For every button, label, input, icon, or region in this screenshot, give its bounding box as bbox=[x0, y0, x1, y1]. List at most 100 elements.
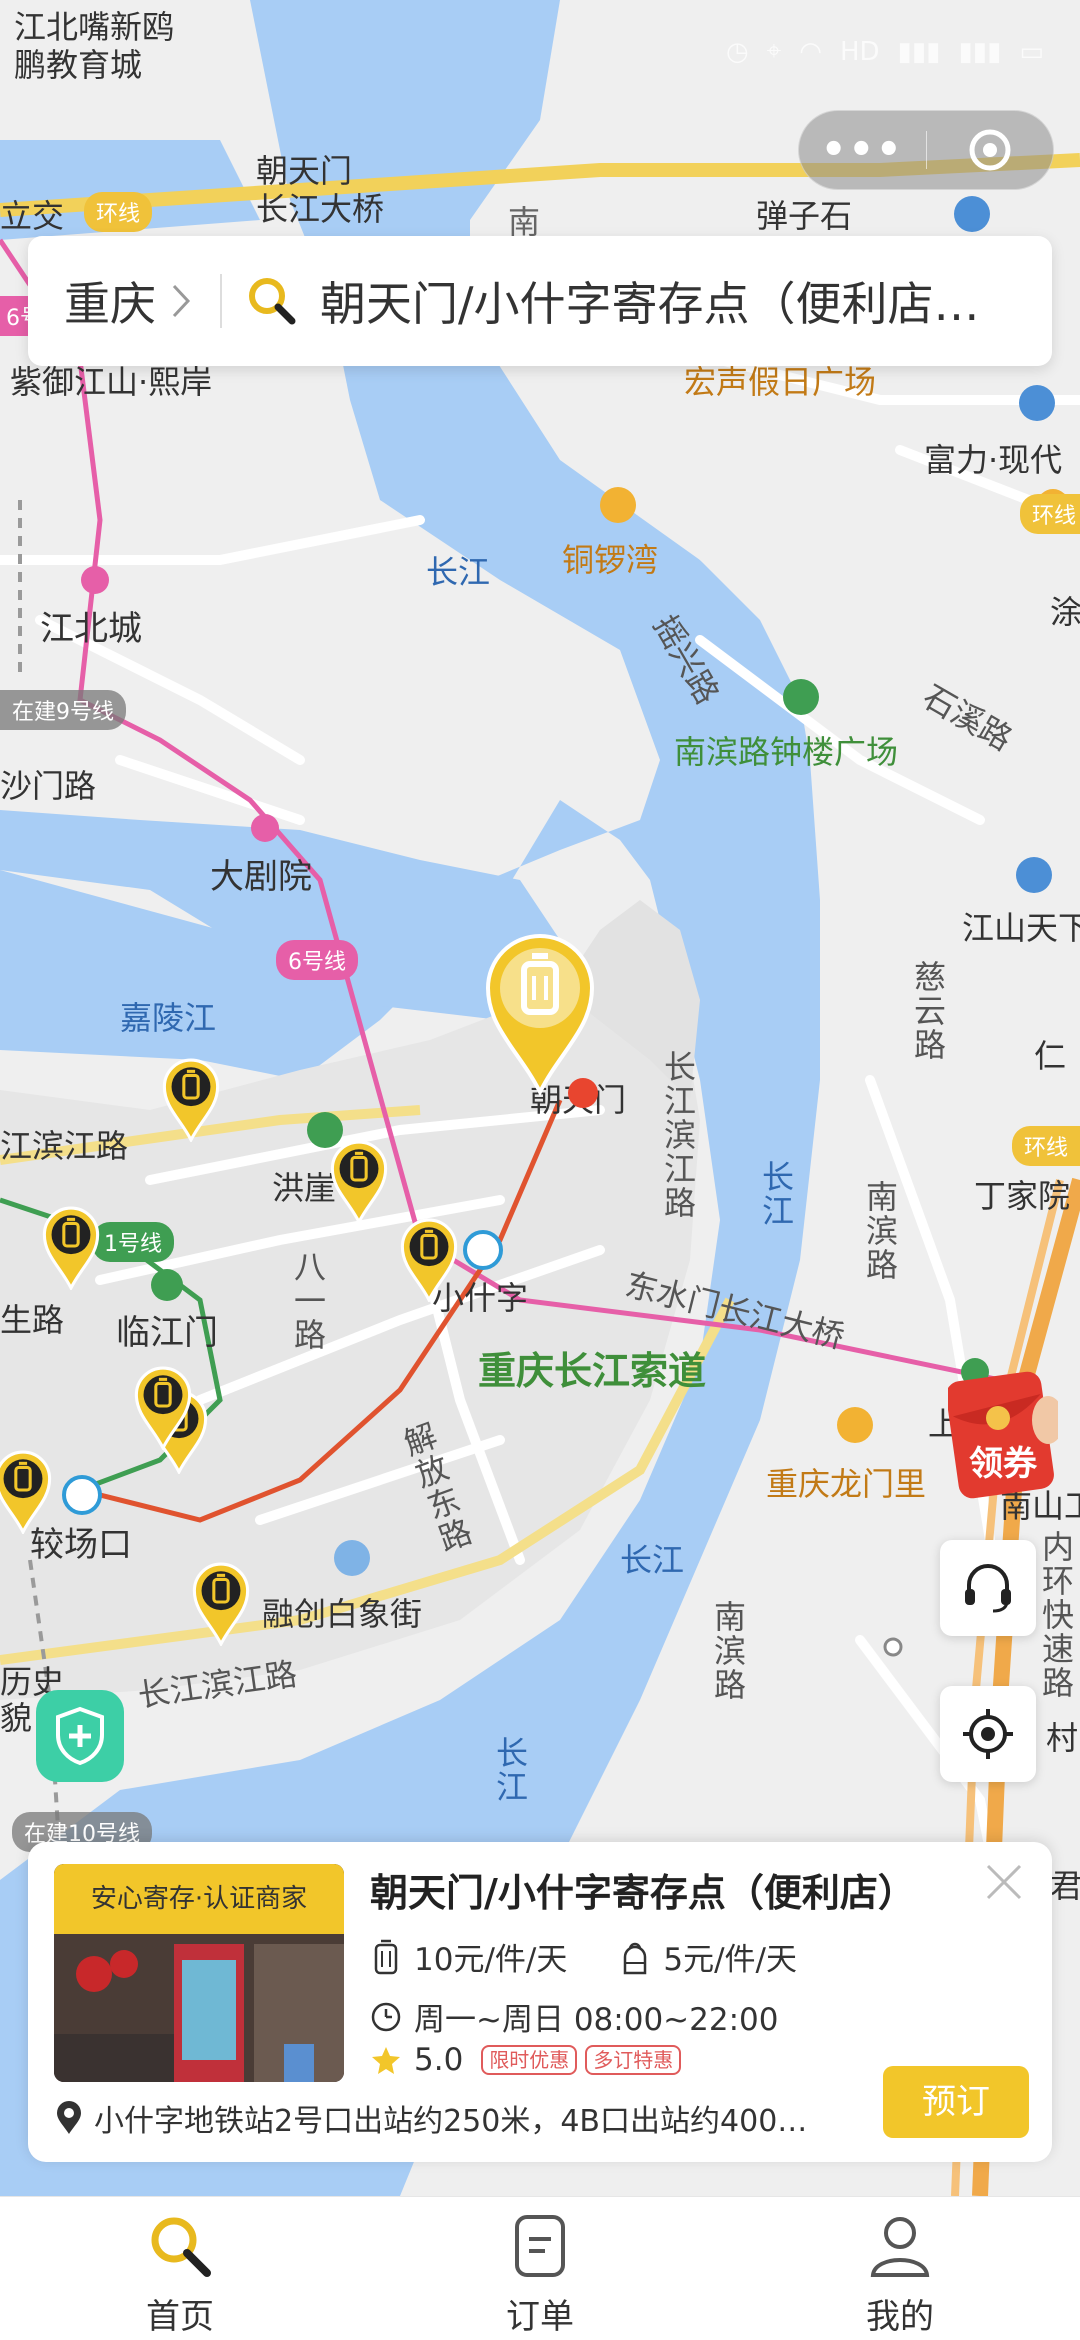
badge-huanxian-1: 环线 bbox=[84, 192, 153, 232]
headset-icon bbox=[965, 1564, 1011, 1613]
close-miniprogram-button[interactable] bbox=[926, 127, 1053, 173]
map-label-hongsheng: 宏声假日广场 bbox=[684, 363, 877, 401]
storage-pin[interactable] bbox=[40, 1204, 102, 1292]
map-label-lijiao: 立交 bbox=[0, 197, 65, 235]
badge-line9: 在建9号线 bbox=[0, 690, 126, 730]
city-label: 重庆 bbox=[64, 277, 156, 331]
map-label-ziyu: 紫御江山·熙岸 bbox=[10, 363, 213, 401]
book-button[interactable]: 预订 bbox=[883, 2066, 1029, 2138]
target-circle-icon bbox=[969, 129, 1011, 171]
storage-pin[interactable] bbox=[328, 1138, 390, 1226]
address-row: 小什字地铁站2号口出站约250米，4B口出站约400… bbox=[54, 2096, 894, 2140]
more-menu-button[interactable]: ••• bbox=[799, 110, 926, 190]
map-label-school: 江北嘴新鸥 鹏教育城 bbox=[14, 8, 175, 84]
store-card[interactable]: 安心寄存·认证商家 朝天门/小什字寄存点（便利店） 10元/件/天 5元/件/天… bbox=[28, 1842, 1052, 2162]
bag-icon bbox=[624, 1942, 647, 1974]
map-label-changjiang-3: 长江 bbox=[491, 1736, 529, 1804]
close-card-icon[interactable] bbox=[984, 1862, 1024, 1902]
signal-icon: ▮▮▮ bbox=[897, 36, 941, 67]
storage-pin[interactable] bbox=[190, 1560, 252, 1648]
price-luggage: 10元/件/天 bbox=[414, 1942, 568, 1978]
map-label-jun: 君 bbox=[1050, 1867, 1080, 1905]
search-bar: 重庆 朝天门/小什字寄存点（便利店… bbox=[28, 236, 1052, 366]
status-bar: ◷ ⌖ ◠ HD ▮▮▮ ▮▮▮ ▭ bbox=[726, 36, 1044, 67]
badge-line1: 1号线 bbox=[92, 1222, 174, 1262]
storage-pin[interactable] bbox=[0, 1448, 54, 1536]
rating-row: 5.0 限时优惠 多订特惠 bbox=[370, 2042, 682, 2078]
miniprogram-capsule: ••• bbox=[798, 110, 1054, 190]
location-pin-icon bbox=[57, 2101, 81, 2134]
map-label-nanbin-2: 南滨路 bbox=[709, 1600, 747, 1702]
battery-icon: ▭ bbox=[1019, 36, 1044, 67]
map-label-longmen: 重庆龙门里 bbox=[766, 1465, 927, 1503]
location-status-icon: ⌖ bbox=[766, 36, 782, 66]
wifi-icon: ◠ bbox=[799, 36, 822, 67]
locate-me-button[interactable] bbox=[940, 1686, 1036, 1782]
customer-service-button[interactable] bbox=[940, 1540, 1036, 1636]
map-label-changjiang-1: 长江 bbox=[426, 553, 491, 591]
map-label-jiangbeicheng: 江北城 bbox=[40, 609, 142, 649]
promo-tag-multi: 多订特惠 bbox=[585, 2045, 682, 2075]
badge-huanxian-2: 环线 bbox=[1020, 494, 1080, 534]
search-home-icon bbox=[151, 2217, 211, 2277]
tab-orders[interactable]: 订单 bbox=[360, 2197, 720, 2340]
selected-storage-pin[interactable] bbox=[480, 928, 600, 1097]
badge-line6: 6号线 bbox=[276, 940, 358, 980]
star-icon bbox=[372, 2047, 400, 2074]
promo-tag-limited: 限时优惠 bbox=[481, 2045, 578, 2075]
store-photo: 安心寄存·认证商家 bbox=[54, 1864, 344, 2082]
map-label-tongluowan: 铜锣湾 bbox=[562, 541, 659, 579]
map-label-cun: 村 bbox=[1046, 1719, 1079, 1757]
map-label-cableway: 重庆长江索道 bbox=[478, 1349, 707, 1393]
map-label-changjiang-2: 长江 bbox=[620, 1541, 685, 1579]
coupon-button[interactable]: 领券 bbox=[946, 1370, 1064, 1500]
chevron-right-icon bbox=[172, 284, 191, 318]
safety-shield-button[interactable] bbox=[36, 1690, 124, 1782]
suitcase-icon bbox=[374, 1939, 398, 1974]
storage-pin[interactable] bbox=[160, 1056, 222, 1144]
map-label-linjiangmen: 临江门 bbox=[116, 1313, 218, 1353]
business-hours: 周一~周日 08:00~22:00 bbox=[414, 2002, 779, 2038]
search-divider bbox=[220, 274, 222, 328]
storage-pin[interactable] bbox=[398, 1216, 460, 1304]
tab-home-label: 首页 bbox=[146, 2297, 214, 2337]
store-title: 朝天门/小什字寄存点（便利店） bbox=[370, 1871, 916, 1915]
storage-pin[interactable] bbox=[132, 1364, 194, 1452]
map-label-nanbin-tower: 南滨路钟楼广场 bbox=[674, 733, 899, 771]
network-label: HD bbox=[839, 36, 880, 67]
map-label-fuli: 富力·现代 bbox=[924, 441, 1063, 479]
map-label-tu: 涂 bbox=[1050, 593, 1080, 631]
city-selector[interactable]: 重庆 bbox=[28, 268, 192, 334]
price-bag: 5元/件/天 bbox=[663, 1942, 797, 1978]
map-label-nan: 南 bbox=[508, 203, 541, 241]
map-label-hongya: 洪崖 bbox=[272, 1169, 337, 1207]
map-label-ren: 仁 bbox=[1034, 1037, 1067, 1075]
map-label-neihuan: 内环快速路 bbox=[1037, 1530, 1075, 1700]
map-label-rongchuang: 融创白象街 bbox=[262, 1595, 423, 1633]
map-label-dajuyuan: 大剧院 bbox=[210, 857, 312, 897]
map-label-shenglu: 生路 bbox=[0, 1301, 65, 1339]
bottom-nav: 首页 订单 我的 bbox=[0, 2196, 1080, 2340]
map-label-jiangshan: 江山天下 bbox=[962, 909, 1080, 947]
map-label-changbin: 长江滨江路 bbox=[659, 1050, 697, 1220]
user-icon bbox=[870, 2217, 930, 2277]
rating-value: 5.0 bbox=[414, 2042, 464, 2078]
map-label-shamen: 沙门路 bbox=[0, 767, 97, 805]
search-input[interactable]: 朝天门/小什字寄存点（便利店… bbox=[320, 268, 1010, 334]
tab-home[interactable]: 首页 bbox=[0, 2197, 360, 2340]
clock-icon bbox=[371, 2002, 401, 2031]
locate-icon bbox=[963, 1709, 1013, 1759]
badge-huanxian-3: 环线 bbox=[1012, 1126, 1080, 1166]
map-label-danzishi: 弹子石 bbox=[756, 197, 853, 235]
coupon-label: 领券 bbox=[969, 1444, 1037, 1484]
hours-row: 周一~周日 08:00~22:00 bbox=[370, 1994, 778, 2039]
certified-badge: 安心寄存·认证商家 bbox=[54, 1864, 344, 1934]
map-label-dingjiayuan: 丁家院 bbox=[974, 1177, 1071, 1215]
tab-mine[interactable]: 我的 bbox=[720, 2197, 1080, 2340]
search-icon bbox=[249, 278, 296, 325]
map-label-cixi: 慈云路 bbox=[909, 960, 947, 1062]
map-label-chaotianmen-bridge: 朝天门 长江大桥 bbox=[256, 152, 385, 228]
location-marker-icon bbox=[568, 1078, 598, 1108]
map-label-ba: 八一路 bbox=[289, 1250, 327, 1352]
orders-icon bbox=[515, 2215, 565, 2277]
